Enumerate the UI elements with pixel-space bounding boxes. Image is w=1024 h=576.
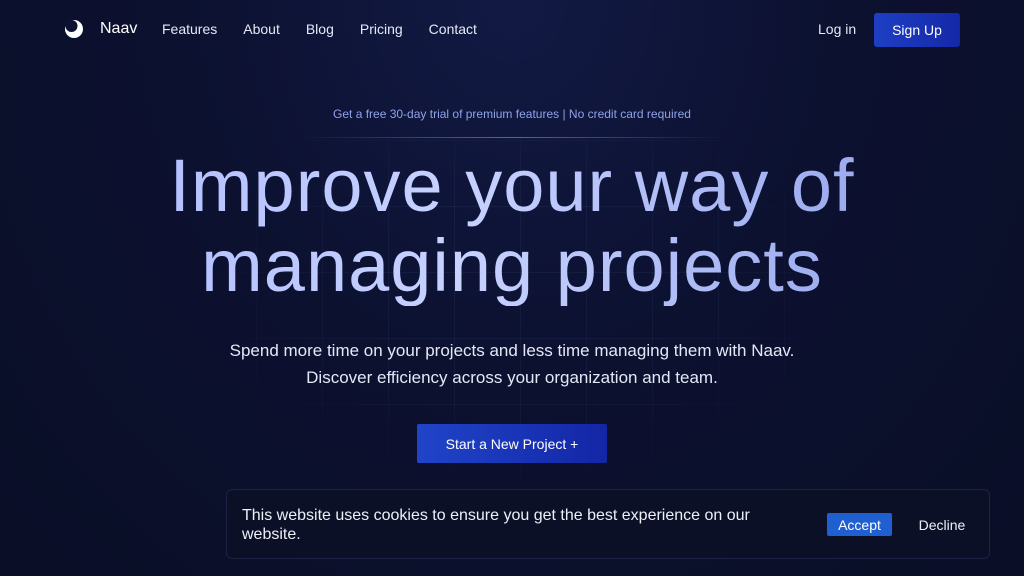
nav-link-features[interactable]: Features [162, 21, 217, 37]
nav-link-blog[interactable]: Blog [306, 21, 334, 37]
landing-page: Naav Features About Blog Pricing Contact… [0, 0, 1024, 576]
top-navigation: Naav Features About Blog Pricing Contact… [0, 0, 1024, 60]
brand-logo[interactable]: Naav [64, 19, 137, 39]
hero-headline-line-2: managing projects [201, 224, 823, 307]
hero-headline: Improve your way of managing projects [0, 146, 1024, 306]
nav-link-pricing[interactable]: Pricing [360, 21, 403, 37]
signup-button[interactable]: Sign Up [874, 13, 960, 47]
cookie-banner: This website uses cookies to ensure you … [226, 489, 990, 559]
brand-name: Naav [100, 20, 138, 37]
cookie-message: This website uses cookies to ensure you … [242, 507, 750, 543]
hero-subtitle-line-1: Spend more time on your projects and les… [229, 341, 795, 360]
accept-cookies-button[interactable]: Accept [827, 513, 892, 536]
trial-divider [300, 137, 724, 138]
nav-links: Features About Blog Pricing Contact [162, 21, 503, 37]
start-new-project-button[interactable]: Start a New Project + [417, 424, 607, 463]
nav-link-about[interactable]: About [243, 21, 280, 37]
nav-link-contact[interactable]: Contact [429, 21, 477, 37]
hero-subtitle: Spend more time on your projects and les… [0, 337, 1024, 391]
login-link[interactable]: Log in [818, 21, 856, 37]
trial-banner-text: Get a free 30-day trial of premium featu… [333, 107, 691, 121]
decline-cookies-button[interactable]: Decline [912, 513, 972, 536]
hero-subtitle-line-2: Discover efficiency across your organiza… [306, 368, 718, 387]
hero-headline-line-1: Improve your way of [169, 144, 855, 227]
moon-icon [64, 19, 84, 39]
